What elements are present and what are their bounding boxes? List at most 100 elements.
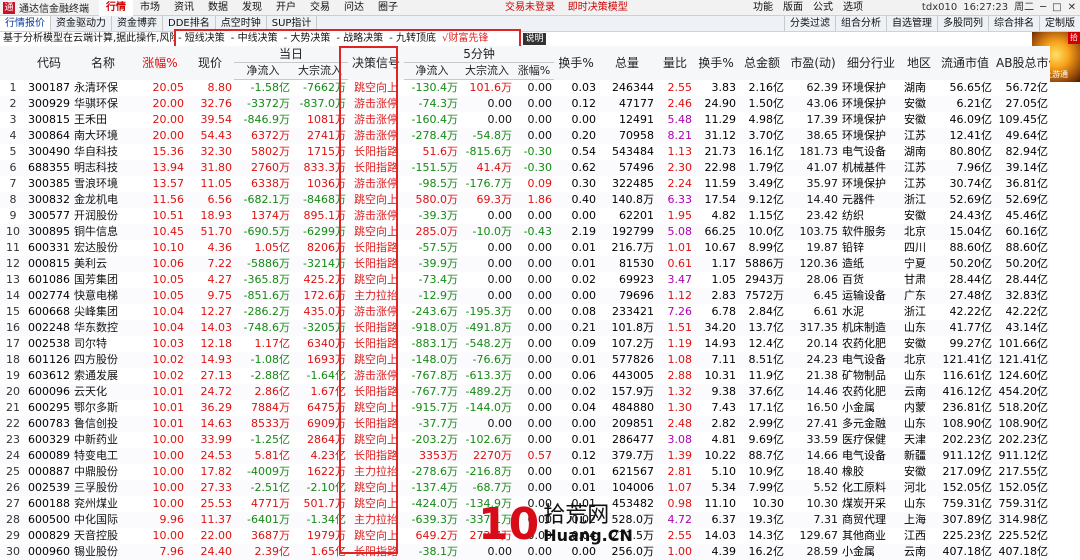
cell-pe: 17.39 bbox=[786, 112, 840, 128]
table-row[interactable]: 23600329中新药业10.0033.99-1.25亿2864万跳空向上-20… bbox=[0, 432, 1050, 448]
description-button[interactable]: 说明 bbox=[523, 33, 546, 45]
header-pe[interactable]: 市盈(动) bbox=[786, 46, 840, 80]
cell-pe: 14.46 bbox=[786, 384, 840, 400]
table-row[interactable]: 2300929华骐环保20.0032.76-3372万-837.0万游击涨停-7… bbox=[0, 96, 1050, 112]
realtime-model-link[interactable]: 即时决策模型 bbox=[568, 2, 628, 13]
header-block-inflow[interactable]: 大宗流入 bbox=[292, 63, 348, 80]
header-volume-ratio[interactable]: 量比 bbox=[656, 46, 694, 80]
menu-item-function[interactable]: 功能 bbox=[748, 0, 778, 16]
table-row[interactable]: 21600295鄂尔多斯10.0136.297884万6475万跳空向上-915… bbox=[0, 400, 1050, 416]
table-row[interactable]: 17002538司尔特10.0312.181.17亿6340万长阳指路-883.… bbox=[0, 336, 1050, 352]
table-row[interactable]: 5300490华自科技15.3632.305802万1715万长阳指路51.6万… bbox=[0, 144, 1050, 160]
cell-price: 36.29 bbox=[186, 400, 234, 416]
menu-item-options[interactable]: 选项 bbox=[838, 0, 868, 16]
table-row[interactable]: 24600089特变电工10.0024.535.81亿4.23亿长阳指路3353… bbox=[0, 448, 1050, 464]
maximize-icon[interactable]: □ bbox=[1052, 0, 1061, 16]
tab-fund-game[interactable]: 资金博弈 bbox=[112, 16, 163, 31]
tab-fund-driver[interactable]: 资金驱动力 bbox=[51, 16, 112, 31]
menu-item-account[interactable]: 开户 bbox=[269, 0, 303, 16]
ranking-button[interactable]: 综合排名 bbox=[988, 16, 1039, 31]
header-total-cap[interactable]: AB股总市值 bbox=[994, 46, 1050, 80]
table-row[interactable]: 6688355明志科技13.9431.802760万833.3万长阳指路-151… bbox=[0, 160, 1050, 176]
custom-layout-button[interactable]: 定制版 bbox=[1039, 16, 1080, 31]
menu-item-formula[interactable]: 公式 bbox=[808, 0, 838, 16]
table-row[interactable]: 15600668尖峰集团10.0412.27-286.2万435.0万游击涨停-… bbox=[0, 304, 1050, 320]
portfolio-button[interactable]: 组合分析 bbox=[835, 16, 886, 31]
table-row[interactable]: 25000887中鼎股份10.0017.82-4009万1622万主力拉抬-27… bbox=[0, 464, 1050, 480]
header-region[interactable]: 地区 bbox=[902, 46, 936, 80]
table-row[interactable]: 12000815美利云10.067.22-5886万-3214万长阳指路-39.… bbox=[0, 256, 1050, 272]
cell-amount: 1.50亿 bbox=[738, 96, 786, 112]
menu-item-discover[interactable]: 发现 bbox=[235, 0, 269, 16]
table-row[interactable]: 26002539三孚股份10.0027.33-2.51亿-2.10亿跳空向上-1… bbox=[0, 480, 1050, 496]
multi-stock-button[interactable]: 多股同列 bbox=[937, 16, 988, 31]
mode-nine-turn[interactable]: - 九转顶底 bbox=[389, 32, 436, 46]
cell-reg: 云南 bbox=[902, 544, 936, 560]
cell-block5: -216.8万 bbox=[460, 464, 514, 480]
cell-name: 南大环境 bbox=[72, 128, 134, 144]
header-turnover[interactable]: 换手% bbox=[694, 46, 738, 80]
cell-fcap: 7.96亿 bbox=[936, 160, 994, 176]
mode-strategy[interactable]: - 战略决策 bbox=[336, 32, 383, 46]
cell-pe: 38.65 bbox=[786, 128, 840, 144]
close-icon[interactable]: ✕ bbox=[1068, 0, 1076, 16]
header-volume[interactable]: 总量 bbox=[598, 46, 656, 80]
table-row[interactable]: 7300385雪浪环境13.5711.056338万1036万游击涨停-98.5… bbox=[0, 176, 1050, 192]
mode-short[interactable]: - 短线决策 bbox=[178, 32, 225, 46]
watchlist-button[interactable]: 自选管理 bbox=[886, 16, 937, 31]
header-block-inflow-5min[interactable]: 大宗流入 bbox=[460, 63, 514, 80]
menu-item-news[interactable]: 资讯 bbox=[167, 0, 201, 16]
cell-turn: 14.93 bbox=[694, 336, 738, 352]
header-code[interactable]: 代码 bbox=[26, 46, 72, 80]
menu-item-trade[interactable]: 交易 bbox=[303, 0, 337, 16]
cell-code: 600329 bbox=[26, 432, 72, 448]
header-price[interactable]: 现价 bbox=[186, 46, 234, 80]
table-row[interactable]: 4300864南大环境20.0054.436372万2741万游击涨停-278.… bbox=[0, 128, 1050, 144]
header-industry[interactable]: 细分行业 bbox=[840, 46, 902, 80]
header-amount[interactable]: 总金额 bbox=[738, 46, 786, 80]
header-float-cap[interactable]: 流通市值 bbox=[936, 46, 994, 80]
header-net-inflow-5min[interactable]: 净流入 bbox=[404, 63, 460, 80]
table-row[interactable]: 22600783鲁信创投10.0114.638533万6909万长阳指路-37.… bbox=[0, 416, 1050, 432]
table-row[interactable]: 3300815王禾田20.0039.54-846.9万1081万游击涨停-160… bbox=[0, 112, 1050, 128]
mode-mid[interactable]: - 中线决策 bbox=[231, 32, 278, 46]
table-row[interactable]: 20600096云天化10.0124.722.86亿1.67亿长阳指路-767.… bbox=[0, 384, 1050, 400]
header-turnover-5min[interactable]: 换手% bbox=[554, 46, 598, 80]
table-row[interactable]: 18601126四方股份10.0214.93-1.08亿1693万跳空向上-14… bbox=[0, 352, 1050, 368]
table-row[interactable]: 11600331宏达股份10.104.361.05亿8206万长阳指路-57.5… bbox=[0, 240, 1050, 256]
cell-amount: 88.7亿 bbox=[738, 448, 786, 464]
cell-turn: 17.54 bbox=[694, 192, 738, 208]
cell-turn: 7.43 bbox=[694, 400, 738, 416]
table-row[interactable]: 14002774快意电梯10.059.75-851.6万172.6万主力拉抬-1… bbox=[0, 288, 1050, 304]
menu-item-layout[interactable]: 版面 bbox=[778, 0, 808, 16]
header-signal[interactable]: 决策信号 bbox=[348, 46, 404, 80]
table-row[interactable]: 10300895铜牛信息10.4551.70-690.5万-6299万跳空向上2… bbox=[0, 224, 1050, 240]
cell-idx: 23 bbox=[0, 432, 26, 448]
menu-item-data[interactable]: 数据 bbox=[201, 0, 235, 16]
tab-quote[interactable]: 行情报价 bbox=[0, 16, 51, 31]
mode-wealth-pioneer[interactable]: √财富先锋 bbox=[442, 32, 488, 46]
menu-item-market[interactable]: 市场 bbox=[133, 0, 167, 16]
table-row[interactable]: 16002248华东数控10.0414.03-748.6万-3205万长阳指路-… bbox=[0, 320, 1050, 336]
minimize-icon[interactable]: ─ bbox=[1040, 0, 1046, 16]
cell-code: 300832 bbox=[26, 192, 72, 208]
header-change-pct[interactable]: 涨幅% bbox=[134, 46, 186, 80]
mode-trend[interactable]: - 大势决策 bbox=[284, 32, 331, 46]
header-net-inflow[interactable]: 净流入 bbox=[234, 63, 292, 80]
table-row[interactable]: 19603612索通发展10.0227.13-2.88亿-1.64亿游击涨停-7… bbox=[0, 368, 1050, 384]
cell-name: 开润股份 bbox=[72, 208, 134, 224]
cell-turn: 9.38 bbox=[694, 384, 738, 400]
header-change-5min[interactable]: 涨幅% bbox=[514, 63, 554, 80]
menu-item-quote[interactable]: 行情 bbox=[99, 0, 133, 16]
table-row[interactable]: 9300577开润股份10.5118.931374万895.1万游击涨停-39.… bbox=[0, 208, 1050, 224]
header-name[interactable]: 名称 bbox=[72, 46, 134, 80]
table-row[interactable]: 1300187永清环保20.058.80-1.58亿-7662万跳空向上-130… bbox=[0, 80, 1050, 97]
menu-item-circle[interactable]: 圈子 bbox=[371, 0, 405, 16]
cell-pe: 23.42 bbox=[786, 208, 840, 224]
filter-button[interactable]: 分类过滤 bbox=[784, 16, 835, 31]
cell-turn: 5.34 bbox=[694, 480, 738, 496]
menu-item-ask[interactable]: 问达 bbox=[337, 0, 371, 16]
table-row[interactable]: 8300832金龙机电11.566.56-682.1万-8468万跳空向上580… bbox=[0, 192, 1050, 208]
trade-login-status[interactable]: 交易未登录 bbox=[505, 2, 555, 13]
table-row[interactable]: 13601086国芳集团10.054.27-365.8万425.2万跳空向上-7… bbox=[0, 272, 1050, 288]
